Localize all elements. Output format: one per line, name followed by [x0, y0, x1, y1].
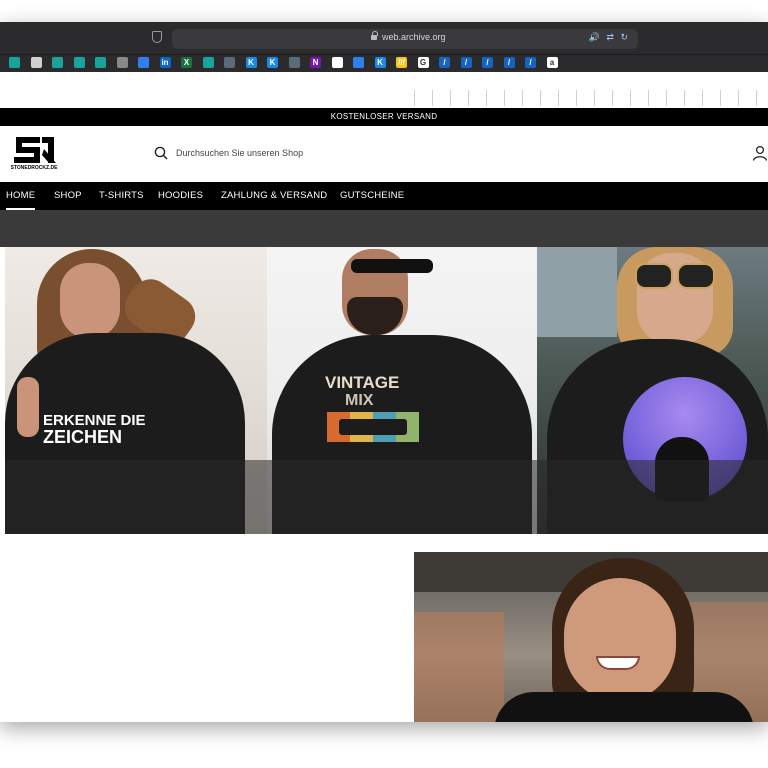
archive-timeline[interactable] — [0, 88, 768, 108]
address-bar-icons[interactable]: 🔊 ⇄ ↻ — [589, 32, 630, 43]
browser-titlebar: web.archive.org 🔊 ⇄ ↻ — [0, 22, 768, 54]
timeline-tick — [702, 90, 703, 106]
amazon-icon[interactable]: a — [546, 57, 558, 68]
nav-zahlung-versand[interactable]: ZAHLUNG & VERSAND — [221, 182, 327, 210]
timeline-tick — [684, 90, 685, 106]
nav-t-shirts[interactable]: T-SHIRTS — [99, 182, 144, 210]
timeline-tick — [648, 90, 649, 106]
timeline-tick — [414, 90, 415, 106]
main-navigation: HOME SHOP T-SHIRTS HOODIES ZAHLUNG & VER… — [0, 182, 768, 210]
slash-icon[interactable]: / — [460, 57, 472, 68]
account-icon[interactable] — [752, 145, 768, 161]
linkedin-icon[interactable]: in — [159, 57, 171, 68]
timeline-tick — [558, 90, 559, 106]
timeline-tick — [720, 90, 721, 106]
hero-print-2-line-2: MIX — [345, 392, 374, 409]
timeline-tick — [756, 90, 757, 106]
lock-icon — [371, 31, 378, 40]
timeline-tick — [612, 90, 613, 106]
timeline-tick — [468, 90, 469, 106]
web-page: KOSTENLOSER VERSAND STONEDROCKZ.DE Durch… — [0, 72, 768, 722]
shield-icon[interactable] — [152, 31, 162, 43]
slash-icon[interactable]: / — [482, 57, 493, 68]
nav-home[interactable]: HOME — [6, 182, 36, 210]
hero-overlay-band — [5, 460, 768, 534]
hero-top-band — [0, 210, 768, 247]
hero-banner[interactable]: ERKENNE DIE ZEICHEN VINTAGE MIX — [5, 247, 768, 534]
teal-app-icon[interactable] — [73, 57, 85, 68]
site-header: STONEDROCKZ.DE — [0, 126, 768, 182]
browser-window: web.archive.org 🔊 ⇄ ↻ in X K K N K///G / / / / / a … — [0, 22, 768, 722]
nav-hoodies[interactable]: HOODIES — [158, 182, 203, 210]
teal-app-icon[interactable] — [202, 57, 214, 68]
timeline-tick — [630, 90, 631, 106]
slash-icon[interactable]: / — [525, 57, 536, 68]
timeline-tick — [450, 90, 451, 106]
slash-icon[interactable]: / — [439, 57, 450, 68]
site-logo[interactable]: STONEDROCKZ.DE — [4, 135, 64, 175]
hero-print-2-line-1: VINTAGE — [325, 373, 400, 392]
timeline-tick — [486, 90, 487, 106]
window-icon[interactable] — [116, 57, 128, 68]
github-icon[interactable] — [331, 57, 343, 68]
layers-icon[interactable] — [224, 57, 235, 68]
k-icon[interactable]: K — [267, 57, 278, 68]
timeline-tick — [540, 90, 541, 106]
timeline-tick — [576, 90, 577, 106]
stripes-icon[interactable]: /// — [396, 57, 407, 68]
timeline-tick — [522, 90, 523, 106]
banner-smiling-woman[interactable] — [414, 552, 768, 722]
timeline-tick — [432, 90, 433, 106]
k-icon[interactable]: K — [245, 57, 257, 68]
search-icon[interactable] — [154, 146, 168, 160]
bookmarks-bar: in X K K N K///G / / / / / a — [0, 54, 768, 73]
doc-icon[interactable] — [30, 57, 42, 68]
blue-square-icon[interactable] — [138, 57, 149, 68]
hero-print-1-line-2: ZEICHEN — [43, 427, 123, 447]
logo-text: STONEDROCKZ.DE — [10, 165, 58, 171]
archive-toolbar — [0, 72, 768, 89]
timeline-tick — [738, 90, 739, 106]
announcement-bar: KOSTENLOSER VERSAND — [0, 108, 768, 126]
search-input[interactable] — [176, 145, 476, 161]
timeline-tick — [666, 90, 667, 106]
address-bar[interactable]: web.archive.org 🔊 ⇄ ↻ — [172, 29, 638, 49]
teal-app-icon[interactable] — [9, 57, 20, 68]
nav-gutscheine[interactable]: GUTSCHEINE — [340, 182, 404, 210]
timeline-tick — [504, 90, 505, 106]
teal-app-icon[interactable] — [95, 57, 106, 68]
slash-icon[interactable]: / — [503, 57, 515, 68]
onenote-icon[interactable]: N — [310, 57, 321, 68]
nav-shop[interactable]: SHOP — [54, 182, 82, 210]
teal-app-icon[interactable] — [52, 57, 63, 68]
blue-square-icon[interactable] — [353, 57, 364, 68]
url-text: web.archive.org — [382, 32, 446, 42]
google-icon[interactable]: G — [417, 57, 429, 68]
layers-icon[interactable] — [288, 57, 300, 68]
excel-icon[interactable]: X — [181, 57, 192, 68]
k-icon[interactable]: K — [374, 57, 386, 68]
timeline-tick — [594, 90, 595, 106]
logo-mark — [14, 137, 56, 163]
